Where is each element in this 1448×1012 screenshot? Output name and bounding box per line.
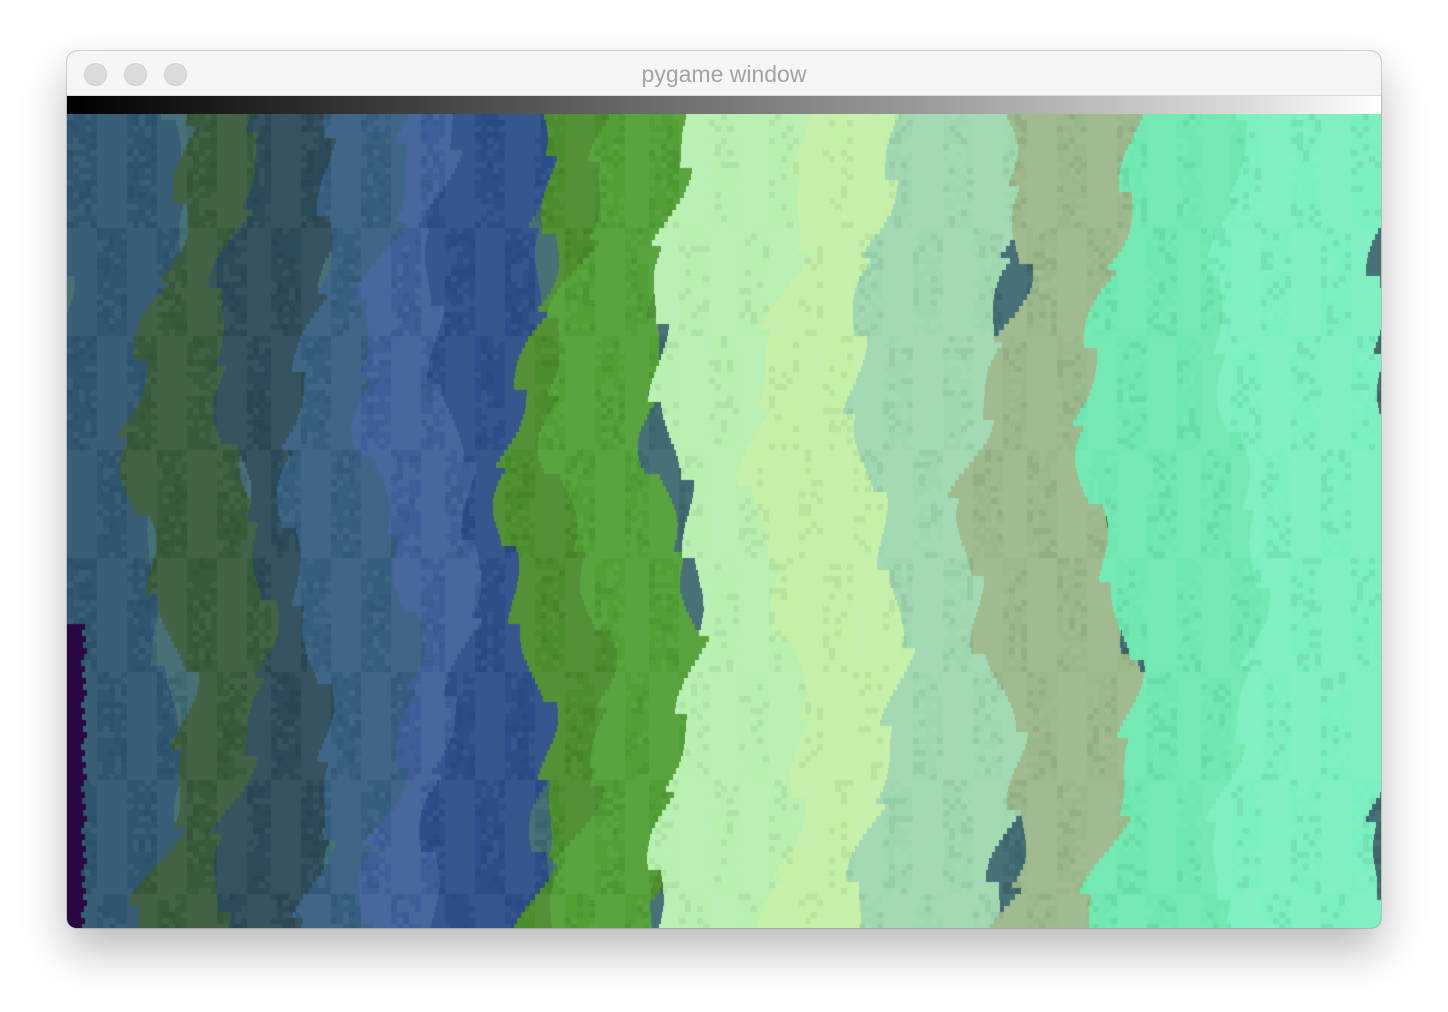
grayscale-gradient-bar (67, 96, 1381, 114)
window-title: pygame window (641, 61, 807, 87)
title-bar[interactable]: pygame window (67, 51, 1381, 96)
pygame-window: pygame window (67, 51, 1381, 928)
pixel-art-canvas[interactable] (67, 114, 1381, 928)
game-surface[interactable] (67, 114, 1381, 928)
